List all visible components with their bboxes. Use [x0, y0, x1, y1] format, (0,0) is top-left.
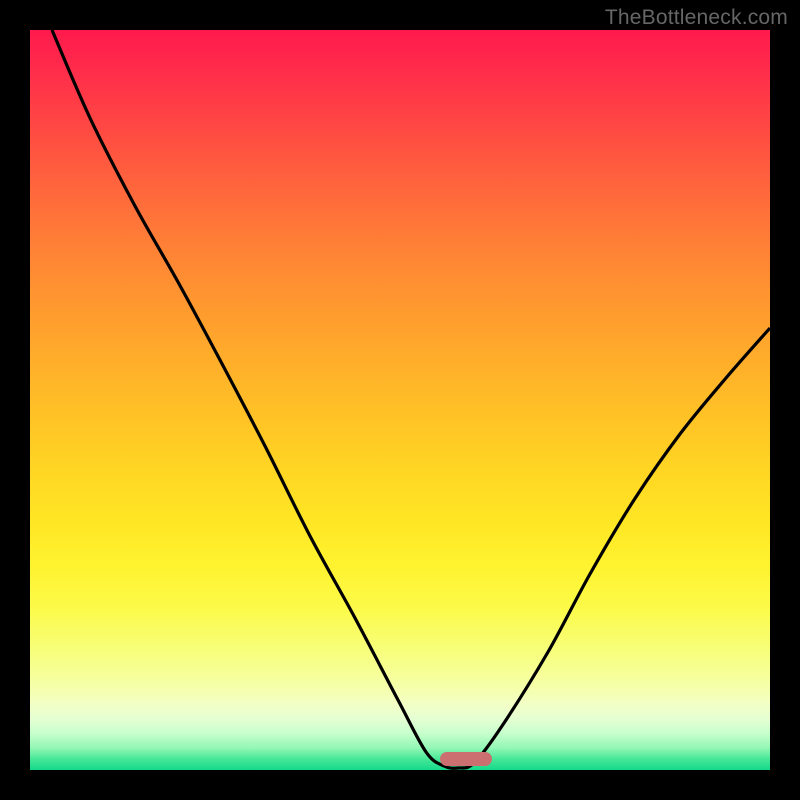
bottleneck-curve	[30, 30, 770, 770]
curve-path	[52, 30, 770, 768]
plot-frame	[30, 30, 770, 770]
optimal-marker	[440, 752, 492, 766]
watermark-text: TheBottleneck.com	[605, 6, 788, 30]
